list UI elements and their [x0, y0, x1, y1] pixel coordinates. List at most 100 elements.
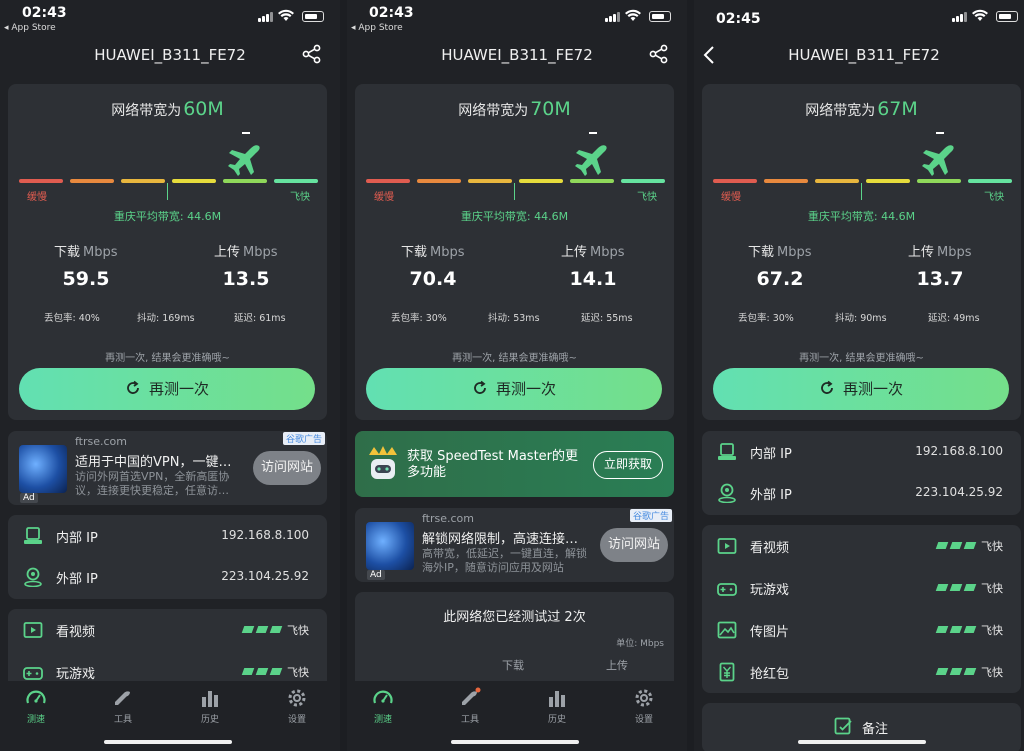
visit-site-button[interactable]: 访问网站	[600, 528, 668, 562]
bar-chart-icon	[202, 691, 218, 707]
usage-label: 看视频	[750, 541, 790, 556]
scale-slow-label: 缓慢	[721, 192, 741, 203]
tab-history[interactable]: 历史	[527, 687, 587, 725]
battery-icon	[302, 11, 324, 22]
inner-ip-value: 192.168.8.100	[221, 528, 309, 542]
home-indicator	[798, 740, 926, 744]
share-icon[interactable]	[302, 44, 322, 64]
edit-note-icon	[834, 717, 852, 735]
usage-label: 传图片	[750, 625, 790, 640]
speed-bars	[935, 542, 977, 550]
ip-card: 内部 IP 192.168.8.100 外部 IP 223.104.25.92	[702, 431, 1021, 515]
airplane-icon	[922, 145, 954, 176]
upload-value: 14.1	[569, 268, 617, 290]
test-history-card: 此网络您已经测试过 2次 单位: Mbps 下载 上传	[355, 592, 674, 692]
usage-row: 看视频 飞快	[702, 526, 1021, 566]
screen-1: 02:43 ◂ App Store HUAWEI_B311_FE72 网络带宽为…	[0, 0, 340, 751]
robot-crown-icon	[369, 446, 397, 479]
usage-rating: 飞快	[981, 582, 1003, 595]
get-now-button[interactable]: 立即获取	[593, 451, 663, 479]
retest-button[interactable]: 再测一次	[366, 368, 662, 410]
back-to-app-store-link[interactable]: ◂ App Store	[4, 23, 56, 33]
visit-site-button[interactable]: 访问网站	[253, 451, 321, 485]
back-to-app-store-link[interactable]: ◂ App Store	[351, 23, 403, 33]
screen-2: 02:43 ◂ App Store HUAWEI_B311_FE72 网络带宽为…	[347, 0, 687, 751]
needle-marker	[936, 132, 944, 134]
battery-icon	[996, 11, 1018, 22]
average-bandwidth: 重庆平均带宽: 44.6M	[113, 210, 222, 223]
outer-ip-row: 外部 IP 223.104.25.92	[8, 557, 327, 597]
tab-speedtest[interactable]: 测速	[353, 687, 413, 725]
home-indicator	[451, 740, 579, 744]
premium-promo-banner[interactable]: 获取 SpeedTest Master的更多功能 立即获取	[355, 431, 674, 497]
tab-settings[interactable]: 设置	[267, 687, 327, 725]
nav-bar: HUAWEI_B311_FE72	[347, 40, 687, 70]
outer-ip-label: 外部 IP	[56, 572, 98, 587]
outer-ip-row: 外部 IP 223.104.25.92	[702, 473, 1021, 513]
history-unit: 单位: Mbps	[616, 639, 664, 649]
scale-segment	[468, 179, 512, 183]
upload-heading: 上传 Mbps	[561, 245, 625, 260]
ad-card[interactable]: Ad ftrse.com 适用于中国的VPN，一键… 访问外网首选VPN，全新高…	[8, 431, 327, 505]
outer-ip-value: 223.104.25.92	[221, 569, 309, 583]
bandwidth-value: 67M	[877, 98, 918, 120]
ad-badge: Ad	[367, 570, 385, 580]
tab-tools[interactable]: 工具	[93, 687, 153, 725]
jitter: 抖动: 53ms	[488, 313, 540, 324]
usage-row: 抢红包 飞快	[702, 652, 1021, 692]
tab-settings[interactable]: 设置	[614, 687, 674, 725]
upload-heading: 上传 Mbps	[908, 245, 972, 260]
airplane-icon	[575, 145, 607, 176]
network-name: HUAWEI_B311_FE72	[788, 46, 940, 64]
usage-row: 玩游戏 飞快	[702, 568, 1021, 608]
retest-hint: 再测一次, 结果会更准确哦~	[799, 353, 924, 364]
scale-slow-label: 缓慢	[27, 192, 47, 203]
speed-bars	[241, 626, 283, 634]
scale-segment	[417, 179, 461, 183]
status-bar: 02:43 ◂ App Store	[0, 0, 340, 38]
network-name: HUAWEI_B311_FE72	[94, 46, 246, 64]
tab-tools[interactable]: 工具	[440, 687, 500, 725]
download-heading: 下载 Mbps	[54, 245, 118, 260]
status-time: 02:43	[22, 5, 67, 21]
average-marker	[167, 183, 168, 200]
location-pin-icon	[718, 483, 736, 503]
scale-segment	[815, 179, 859, 183]
scale-segment	[570, 179, 614, 183]
scale-segment	[19, 179, 63, 183]
usage-label: 玩游戏	[56, 667, 96, 682]
signal-icon	[952, 12, 968, 22]
bandwidth-heading: 网络带宽为 67M	[702, 98, 1021, 120]
usage-rating: 飞快	[981, 540, 1003, 553]
network-name: HUAWEI_B311_FE72	[441, 46, 593, 64]
retest-button[interactable]: 再测一次	[19, 368, 315, 410]
ad-card[interactable]: Ad ftrse.com 解锁网络限制，高速连接… 高带宽，低延迟，一键直连，解…	[355, 508, 674, 582]
inner-ip-row: 内部 IP 192.168.8.100	[702, 432, 1021, 472]
status-bar: 02:43 ◂ App Store	[347, 0, 687, 38]
battery-icon	[649, 11, 671, 22]
status-bar: 02:45	[694, 0, 1024, 38]
home-indicator	[104, 740, 232, 744]
scale-fast-label: 飞快	[290, 192, 310, 203]
scale-segment	[519, 179, 563, 183]
speed-bars	[935, 668, 977, 676]
screen-3: 02:45 HUAWEI_B311_FE72 网络带宽为 67M 缓慢 飞快 重庆…	[694, 0, 1024, 751]
retest-button[interactable]: 再测一次	[713, 368, 1009, 410]
average-bandwidth: 重庆平均带宽: 44.6M	[807, 210, 916, 223]
upload-value: 13.5	[222, 268, 270, 290]
tab-history[interactable]: 历史	[180, 687, 240, 725]
ad-domain: ftrse.com	[422, 512, 475, 525]
ad-image	[19, 445, 67, 493]
result-card: 网络带宽为 67M 缓慢 飞快 重庆平均带宽: 44.6M 下载 Mbps 上传 Mb…	[702, 84, 1021, 420]
tab-speedtest[interactable]: 测速	[6, 687, 66, 725]
result-card: 网络带宽为 70M 缓慢 飞快 重庆平均带宽: 44.6M 下载 Mbps 上传 Mb…	[355, 84, 674, 420]
scale-segment	[866, 179, 910, 183]
scale-segment	[121, 179, 165, 183]
promo-text: 获取 SpeedTest Master的更多功能	[407, 449, 579, 480]
average-marker	[514, 183, 515, 200]
ad-domain: ftrse.com	[75, 435, 128, 448]
bandwidth-label: 网络带宽为	[805, 103, 876, 119]
scale-segment	[172, 179, 216, 183]
usage-rating: 飞快	[287, 624, 309, 637]
share-icon[interactable]	[649, 44, 669, 64]
